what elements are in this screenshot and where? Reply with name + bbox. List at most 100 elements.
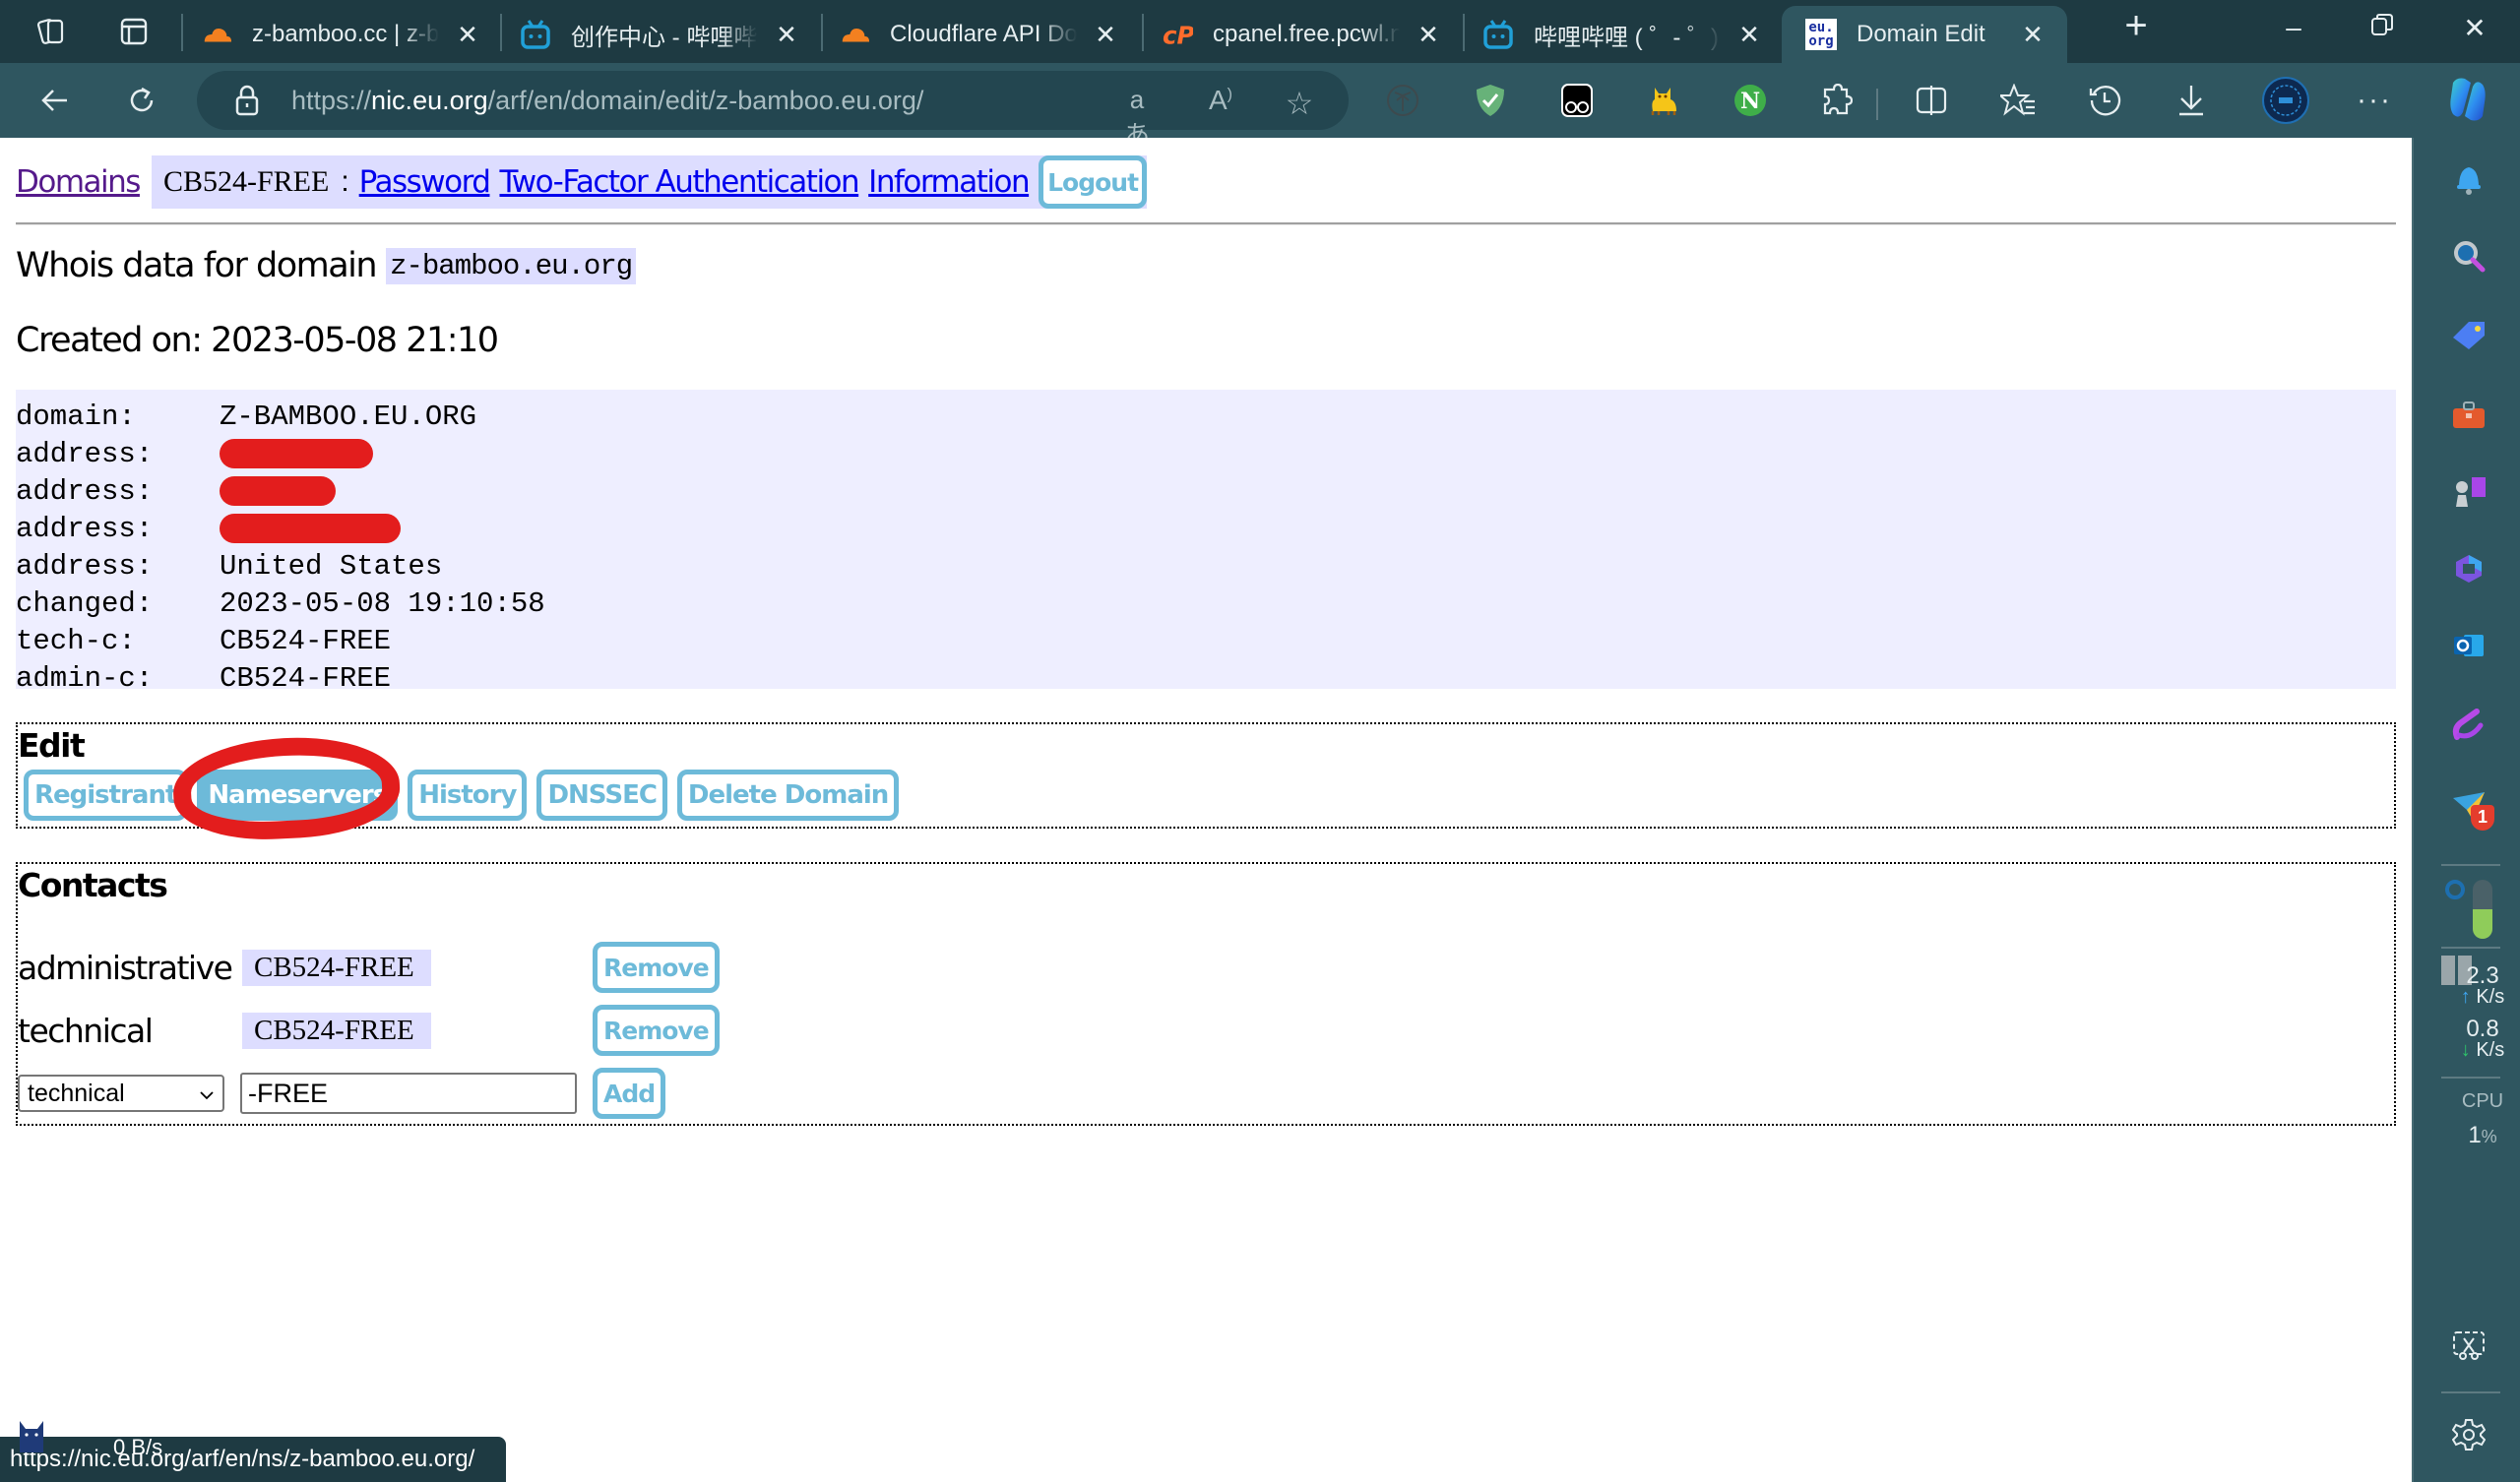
contacts-section: Contacts administrative CB524-FREE Remov… <box>16 862 2396 1126</box>
extensions-puzzle-icon[interactable] <box>1817 81 1857 120</box>
toolbar: https://nic.eu.org/arf/en/domain/edit/z-… <box>0 63 2520 150</box>
delete-domain-button[interactable]: Delete Domain <box>676 770 900 821</box>
add-contact-button[interactable]: Add <box>593 1068 666 1119</box>
new-tab-button[interactable]: + <box>2116 4 2156 48</box>
history-icon[interactable] <box>2085 81 2124 120</box>
outlook-icon[interactable] <box>2449 626 2488 665</box>
notification-badge: 1 <box>2471 805 2494 831</box>
whois-row: address: <box>16 435 2396 472</box>
whois-row: address: <box>16 472 2396 510</box>
contact-row: administrative CB524-FREE Remove <box>18 941 720 994</box>
status-bar-url: https://nic.eu.org/arf/en/ns/z-bamboo.eu… <box>0 1437 506 1482</box>
whois-row: address: <box>16 510 2396 547</box>
designer-icon[interactable] <box>2449 705 2488 744</box>
dnssec-button[interactable]: DNSSEC <box>536 770 667 821</box>
close-tab-icon[interactable]: ✕ <box>2020 20 2046 50</box>
tab-separator <box>1463 14 1465 51</box>
adguard-shield-icon[interactable] <box>1471 81 1510 120</box>
edit-section: Edit Registrant Nameservers History DNSS… <box>16 722 2396 829</box>
close-tab-icon[interactable]: ✕ <box>1416 20 1441 50</box>
password-link[interactable]: Password <box>359 164 491 200</box>
tab-bilibili[interactable]: 哔哩哔哩 ( ゜- ゜)つ ✕ <box>1482 6 1762 63</box>
vertical-tabs-icon[interactable] <box>116 14 152 49</box>
nameservers-button[interactable]: Nameservers <box>197 770 399 821</box>
contact-type-select[interactable]: technical <box>18 1075 224 1112</box>
clash-cat-icon[interactable] <box>18 1419 45 1452</box>
tab-domain-edit[interactable]: eu. org Domain Edit ✕ <box>1782 6 2067 63</box>
svg-text:N: N <box>1740 89 1760 114</box>
close-tab-icon[interactable]: ✕ <box>1093 20 1118 50</box>
url-text[interactable]: https://nic.eu.org/arf/en/domain/edit/z-… <box>291 86 923 116</box>
close-window-button[interactable]: ✕ <box>2455 12 2494 44</box>
tab-title: Cloudflare API Docs <box>890 21 1077 47</box>
tab-title: 创作中心 - 哔哩哔哩 <box>571 24 758 51</box>
redaction-mark <box>220 476 336 506</box>
logout-button[interactable]: Logout <box>1039 155 1148 209</box>
cat-extension-icon[interactable] <box>1644 81 1683 120</box>
edit-heading: Edit <box>18 726 86 765</box>
contact-handle: CB524-FREE <box>242 1012 431 1049</box>
lock-icon[interactable] <box>234 85 260 116</box>
split-screen-icon[interactable] <box>1912 81 1951 120</box>
tab-cpanel[interactable]: cP cpanel.free.pcwl.net ✕ <box>1162 6 1441 63</box>
information-link[interactable]: Information <box>868 164 1030 200</box>
download-speed-unit: ↓ K/s <box>2460 1039 2505 1061</box>
screenshot-scissors-icon[interactable] <box>2449 1327 2488 1366</box>
profile-avatar[interactable] <box>2262 77 2309 124</box>
contacts-heading: Contacts <box>18 866 168 904</box>
favorites-icon[interactable] <box>1998 81 2038 120</box>
shopping-tag-icon[interactable] <box>2449 315 2488 354</box>
favorite-star-icon[interactable]: ☆ <box>1280 85 1319 122</box>
contact-role: technical <box>18 1011 154 1050</box>
horizontal-rule <box>16 222 2396 225</box>
tab-separator <box>821 14 823 51</box>
bilibili-icon <box>1482 19 1514 50</box>
palm-extension-icon[interactable] <box>1383 81 1422 120</box>
domains-link[interactable]: Domains <box>16 164 141 200</box>
read-aloud-icon[interactable]: A) <box>1201 85 1240 116</box>
microsoft365-icon[interactable] <box>2449 549 2488 588</box>
address-bar[interactable]: https://nic.eu.org/arf/en/domain/edit/z-… <box>197 71 1349 150</box>
notification-bell-icon[interactable] <box>2449 159 2488 199</box>
remove-tech-contact-button[interactable]: Remove <box>593 1005 720 1056</box>
tools-briefcase-icon[interactable] <box>2449 396 2488 435</box>
minimize-button[interactable]: – <box>2274 12 2313 43</box>
tab-zbamboo-cc[interactable]: z-bamboo.cc | z-bamboo ✕ <box>201 6 480 63</box>
games-chess-icon[interactable] <box>2449 472 2488 512</box>
tab-separator <box>500 14 502 51</box>
close-tab-icon[interactable]: ✕ <box>774 20 799 50</box>
downloads-icon[interactable] <box>2172 81 2211 120</box>
copilot-icon[interactable] <box>2443 75 2492 124</box>
workspaces-icon[interactable] <box>35 14 71 49</box>
upload-arrow-icon: ↑ <box>2460 986 2471 1008</box>
close-tab-icon[interactable]: ✕ <box>455 20 480 50</box>
n-extension-icon[interactable]: N <box>1731 81 1770 120</box>
bilibili-icon <box>520 19 551 50</box>
registrant-button[interactable]: Registrant <box>24 770 188 821</box>
remove-admin-contact-button[interactable]: Remove <box>593 942 720 993</box>
history-button[interactable]: History <box>408 770 528 821</box>
contact-handle: CB524-FREE <box>242 949 431 986</box>
tab-cloudflare-api-docs[interactable]: Cloudflare API Docs ✕ <box>839 6 1118 63</box>
two-factor-link[interactable]: Two-Factor Authentication <box>499 164 859 200</box>
sidebar-settings-gear-icon[interactable] <box>2449 1415 2488 1454</box>
close-tab-icon[interactable]: ✕ <box>1736 20 1762 50</box>
domain-name-code: z-bamboo.eu.org <box>386 247 637 284</box>
sidebar-divider <box>2441 1077 2500 1079</box>
memory-gauge[interactable] <box>2441 878 2510 941</box>
more-menu-button[interactable]: ··· <box>2355 81 2394 120</box>
contact-handle-input[interactable]: -FREE <box>240 1073 577 1114</box>
toolbar-divider <box>1876 89 1878 120</box>
tab-bilibili-creator[interactable]: 创作中心 - 哔哩哔哩 ✕ <box>520 6 799 63</box>
sidebar-divider <box>2441 864 2500 866</box>
back-button[interactable] <box>35 81 75 120</box>
whois-row: domain: Z-BAMBOO.EU.ORG <box>16 400 477 433</box>
redaction-mark <box>220 439 373 468</box>
restore-button[interactable] <box>2362 12 2402 43</box>
search-icon[interactable] <box>2449 236 2488 276</box>
tampermonkey-icon[interactable] <box>1557 81 1597 120</box>
telegram-icon[interactable]: 1 <box>2449 787 2494 831</box>
refresh-button[interactable] <box>122 81 161 120</box>
cpu-label: CPU <box>2461 1090 2504 1112</box>
cpu-value: 1% <box>2468 1122 2497 1148</box>
